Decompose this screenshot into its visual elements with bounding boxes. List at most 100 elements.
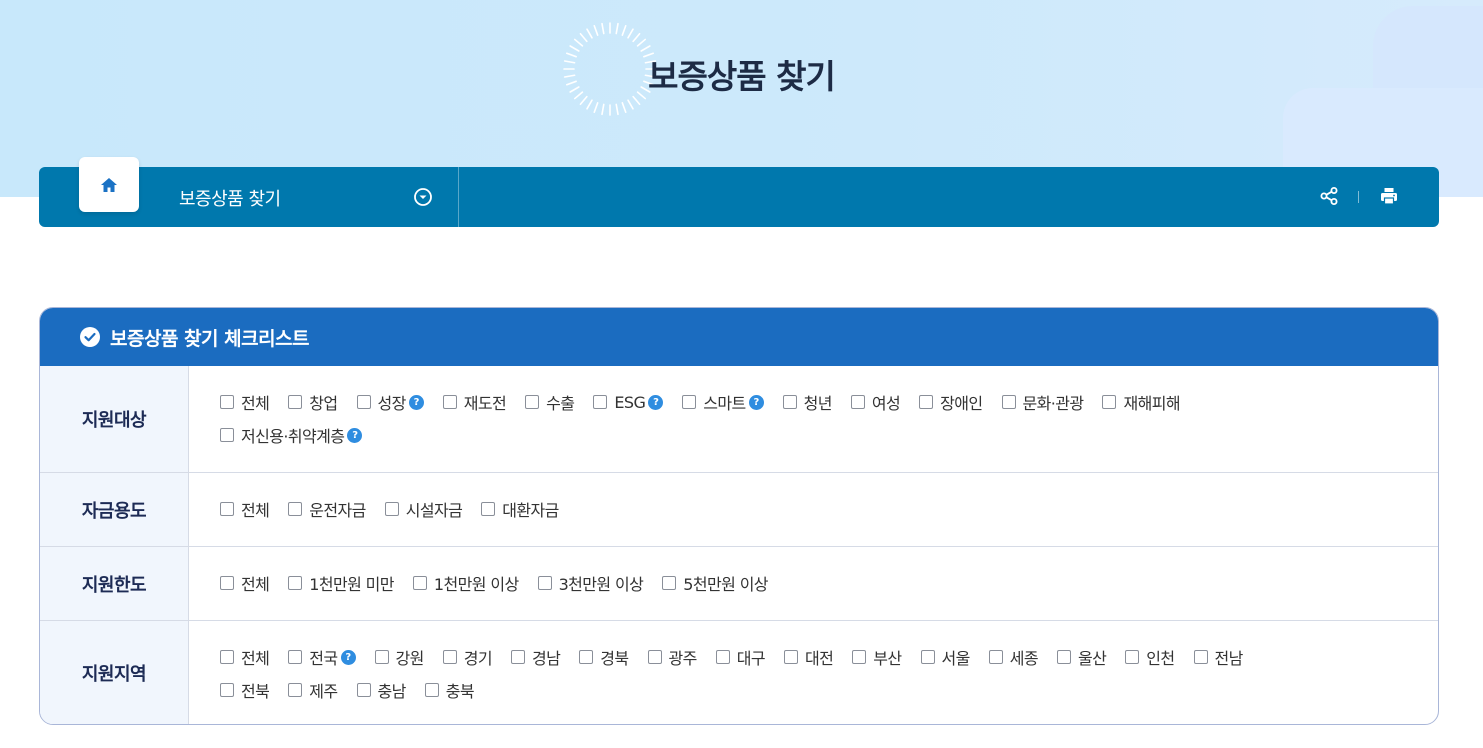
filter-checkbox[interactable] [220, 650, 234, 664]
filter-option[interactable]: 3천만원 이상 [537, 571, 644, 595]
filter-option[interactable]: 재도전 [442, 390, 507, 414]
filter-checkbox[interactable] [920, 650, 935, 664]
filter-option[interactable]: 전체 [220, 497, 270, 521]
filter-checkbox[interactable] [682, 395, 697, 409]
filter-row-limit: 지원한도 전체 1천만원 미만 1천만원 이상 3천만원 이상 5천만원 이상 [40, 546, 1438, 620]
filter-option[interactable]: 대환자금 [481, 497, 559, 521]
filter-checkbox[interactable] [593, 395, 608, 409]
filter-checkbox[interactable] [220, 683, 234, 697]
filter-option[interactable]: 1천만원 미만 [288, 571, 395, 595]
filter-option[interactable]: 수출 [525, 390, 575, 414]
filter-option[interactable]: 충북 [424, 678, 475, 702]
filter-option[interactable]: 강원 [374, 645, 424, 669]
filter-option[interactable]: 전체 [220, 645, 270, 669]
filter-checkbox[interactable] [442, 650, 457, 664]
question-icon[interactable]: ? [648, 394, 664, 410]
filter-row-label: 지원한도 [40, 547, 189, 620]
filter-checkbox[interactable] [220, 395, 234, 409]
filter-option[interactable]: 장애인 [919, 390, 983, 414]
filter-checkbox[interactable] [784, 650, 798, 664]
filter-checkbox[interactable] [384, 502, 399, 516]
filter-option[interactable]: 전체 [220, 571, 270, 595]
home-button[interactable] [79, 157, 139, 212]
filter-checkbox[interactable] [579, 650, 594, 664]
filter-checkbox[interactable] [356, 683, 371, 697]
filter-option-label: 문화·관광 [1022, 394, 1085, 413]
filter-option[interactable]: 재해피해 [1102, 390, 1181, 414]
filter-option-label: 수출 [546, 394, 575, 413]
filter-checkbox[interactable] [220, 576, 234, 590]
question-icon[interactable]: ? [408, 394, 424, 410]
filter-checkbox[interactable] [525, 395, 540, 409]
question-icon[interactable]: ? [340, 649, 356, 665]
filter-option[interactable]: 대전 [784, 645, 834, 669]
filter-checkbox[interactable] [782, 395, 797, 409]
filter-checkbox[interactable] [288, 683, 303, 697]
filter-checkbox[interactable] [288, 395, 303, 409]
filter-option[interactable]: 전북 [220, 678, 270, 702]
filter-checkbox[interactable] [919, 395, 934, 409]
filter-checkbox[interactable] [850, 395, 865, 409]
breadcrumb-current[interactable]: 보증상품 찾기 [179, 185, 281, 211]
filter-checkbox[interactable] [988, 650, 1003, 664]
filter-checkbox[interactable] [374, 650, 389, 664]
filter-option[interactable]: 전체 [220, 390, 270, 414]
filter-checkbox[interactable] [288, 576, 303, 590]
filter-option[interactable]: 성장? [356, 390, 424, 414]
filter-checkbox[interactable] [288, 650, 303, 664]
filter-checkbox[interactable] [537, 576, 552, 590]
filter-checkbox[interactable] [1102, 395, 1117, 409]
question-icon[interactable]: ? [748, 394, 764, 410]
filter-option[interactable]: 충남 [356, 678, 406, 702]
filter-option[interactable]: 세종 [988, 645, 1039, 669]
filter-checkbox[interactable] [356, 395, 371, 409]
filter-option[interactable]: 1천만원 이상 [412, 571, 519, 595]
print-icon[interactable] [1379, 186, 1399, 206]
option-line: 전체 전국? 강원 경기 경남 경북 광주 대구 대전 부산 서울 세종 울산 인천 전남 [220, 646, 1438, 668]
share-icon[interactable] [1319, 186, 1339, 206]
filter-option[interactable]: 시설자금 [384, 497, 463, 521]
filter-checkbox[interactable] [481, 502, 496, 516]
filter-checkbox[interactable] [220, 428, 234, 442]
filter-option[interactable]: 서울 [920, 645, 970, 669]
filter-option[interactable]: 5천만원 이상 [662, 571, 769, 595]
filter-checkbox[interactable] [647, 650, 662, 664]
filter-checkbox[interactable] [1125, 650, 1140, 664]
filter-checkbox[interactable] [288, 502, 303, 516]
filter-option[interactable]: 전국? [288, 645, 356, 669]
filter-option[interactable]: 경북 [579, 645, 629, 669]
filter-option[interactable]: 제주 [288, 678, 338, 702]
filter-checkbox[interactable] [715, 650, 730, 664]
filter-option[interactable]: 저신용·취약계층? [220, 423, 363, 447]
filter-option[interactable]: 전남 [1193, 645, 1243, 669]
filter-option[interactable]: 청년 [782, 390, 832, 414]
filter-checkbox[interactable] [511, 650, 525, 664]
filter-option[interactable]: 경남 [511, 645, 561, 669]
filter-option[interactable]: 여성 [850, 390, 901, 414]
filter-option-label: 재해피해 [1123, 394, 1180, 413]
filter-option[interactable]: 창업 [288, 390, 338, 414]
question-icon[interactable]: ? [347, 427, 363, 443]
filter-checkbox[interactable] [662, 576, 677, 590]
filter-checkbox[interactable] [1193, 650, 1208, 664]
filter-checkbox[interactable] [412, 576, 427, 590]
filter-option[interactable]: 부산 [852, 645, 902, 669]
filter-option[interactable]: ESG? [593, 393, 664, 412]
filter-checkbox[interactable] [1057, 650, 1071, 664]
filter-option[interactable]: 스마트? [682, 390, 764, 414]
filter-option[interactable]: 광주 [647, 645, 697, 669]
filter-checkbox[interactable] [852, 650, 867, 664]
filter-checkbox[interactable] [220, 502, 234, 516]
checklist-panel: 보증상품 찾기 체크리스트 지원대상 전체 창업 성장? 재도전 수출 ESG? 스마트? 청년… [39, 307, 1439, 725]
filter-option[interactable]: 대구 [715, 645, 766, 669]
filter-option[interactable]: 운전자금 [288, 497, 366, 521]
filter-checkbox[interactable] [1001, 395, 1016, 409]
filter-option[interactable]: 인천 [1125, 645, 1175, 669]
filter-option[interactable]: 경기 [442, 645, 493, 669]
filter-option[interactable]: 문화·관광 [1001, 390, 1085, 414]
filter-option-label: 제주 [309, 682, 338, 701]
chevron-down-circle-icon[interactable] [413, 187, 433, 207]
filter-checkbox[interactable] [442, 395, 457, 409]
filter-option[interactable]: 울산 [1057, 645, 1107, 669]
filter-checkbox[interactable] [424, 683, 439, 697]
